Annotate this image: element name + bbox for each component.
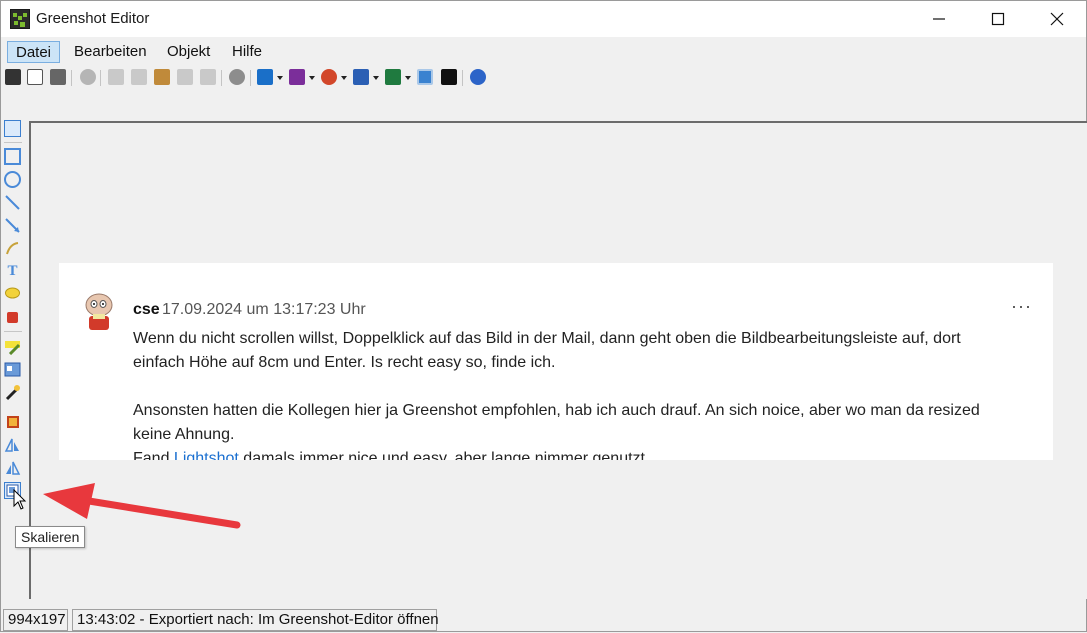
onenote-icon[interactable] <box>289 69 305 85</box>
freehand-tool-icon[interactable] <box>4 240 21 257</box>
cut-icon[interactable] <box>108 69 124 85</box>
print-icon[interactable] <box>50 69 66 85</box>
paste-icon[interactable] <box>154 69 170 85</box>
screenshot-image[interactable]: cse 17.09.2024 um 13:17:23 Uhr ··· Wenn … <box>59 263 1053 460</box>
menu-bar: Datei Bearbeiten Objekt Hilfe <box>1 39 1086 65</box>
effects-tool-icon[interactable] <box>4 384 21 401</box>
post-line-2: einfach Höhe auf 8cm und Enter. Is recht… <box>133 354 556 371</box>
clipboard-icon[interactable] <box>27 69 43 85</box>
post-line-5-prefix: Fand <box>133 450 174 460</box>
menu-bearbeiten[interactable]: Bearbeiten <box>66 41 155 63</box>
post-timestamp: 17.09.2024 um 13:17:23 Uhr <box>162 301 366 318</box>
close-button[interactable] <box>1028 1 1086 37</box>
minimize-button[interactable] <box>910 1 968 37</box>
post-author: cse <box>133 301 160 318</box>
menu-hilfe[interactable]: Hilfe <box>224 41 270 63</box>
arrow-tool-icon[interactable] <box>4 217 21 234</box>
save-icon[interactable] <box>5 69 21 85</box>
mouse-cursor-icon <box>13 489 27 510</box>
counter-tool-icon[interactable] <box>4 309 21 326</box>
post-line-5-suffix: damals immer nice und easy, aber lange n… <box>238 450 645 460</box>
redo-icon[interactable] <box>200 69 216 85</box>
maximize-icon <box>991 12 1005 26</box>
crop-tool-icon[interactable] <box>4 413 21 430</box>
undo-icon[interactable] <box>177 69 193 85</box>
close-icon <box>1050 12 1064 26</box>
text-tool-icon[interactable]: T <box>4 263 21 280</box>
post-line-4: keine Ahnung. <box>133 426 235 443</box>
export-status-message: 13:43:02 - Exportiert nach: Im Greenshot… <box>72 609 439 631</box>
powerpoint-icon[interactable] <box>321 69 337 85</box>
greenshot-app-icon <box>10 9 30 29</box>
copy-icon[interactable] <box>131 69 147 85</box>
info-icon[interactable] <box>441 69 457 85</box>
tooltip-skalieren: Skalieren <box>15 526 86 548</box>
delete-icon[interactable] <box>80 69 96 85</box>
menu-datei[interactable]: Datei <box>7 41 61 63</box>
toolbar <box>1 67 1086 89</box>
speechbubble-tool-icon[interactable] <box>4 286 21 303</box>
rotate-ccw-tool-icon[interactable] <box>4 459 21 476</box>
menu-objekt[interactable]: Objekt <box>159 41 218 63</box>
lightshot-link: Lightshot <box>173 450 239 460</box>
select-tool-icon[interactable] <box>4 120 21 137</box>
word-icon[interactable] <box>353 69 369 85</box>
status-bar: 994x197 13:43:02 - Exportiert nach: Im G… <box>1 607 1086 631</box>
image-size-status: 994x197 <box>3 609 68 631</box>
post-line-5: Fand Lightshot damals immer nice und eas… <box>133 447 1013 460</box>
window-title: Greenshot Editor <box>36 10 150 27</box>
more-options-icon: ··· <box>1011 296 1032 316</box>
outlook-icon[interactable] <box>257 69 273 85</box>
help-icon[interactable] <box>470 69 486 85</box>
rectangle-tool-icon[interactable] <box>4 148 21 165</box>
capture-icon[interactable] <box>417 69 433 85</box>
line-tool-icon[interactable] <box>4 194 21 211</box>
minimize-icon <box>933 18 945 20</box>
settings-icon[interactable] <box>229 69 245 85</box>
post-line-1: Wenn du nicht scrollen willst, Doppelkli… <box>133 330 961 347</box>
greenshot-editor-window: Greenshot Editor Datei Bearbeiten Objekt… <box>0 0 1087 632</box>
highlight-tool-icon[interactable] <box>4 338 21 356</box>
post-line-3: Ansonsten hatten die Kollegen hier ja Gr… <box>133 402 980 419</box>
rotate-cw-tool-icon[interactable] <box>4 436 21 453</box>
title-bar: Greenshot Editor <box>1 1 1086 37</box>
user-avatar <box>85 293 113 330</box>
maximize-button[interactable] <box>969 1 1027 37</box>
obfuscate-tool-icon[interactable] <box>4 361 21 378</box>
excel-icon[interactable] <box>385 69 401 85</box>
ellipse-tool-icon[interactable] <box>4 171 21 188</box>
drawing-tools: T <box>1 117 25 517</box>
